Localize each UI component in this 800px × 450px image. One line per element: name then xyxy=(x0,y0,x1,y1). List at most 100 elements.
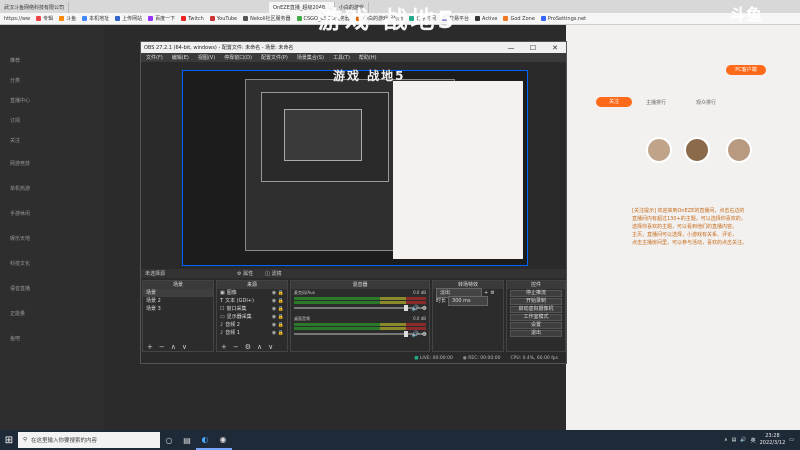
obs-icon[interactable]: ◉ xyxy=(214,430,232,450)
scene-item[interactable]: 场景 2 xyxy=(143,297,213,305)
gear-icon[interactable]: ⚙ xyxy=(490,289,494,297)
add-icon[interactable]: + xyxy=(221,343,227,351)
network-icon[interactable]: ▤ xyxy=(732,437,737,443)
studio-mode-button[interactable]: 工作室模式 xyxy=(510,314,562,321)
move-up-icon[interactable]: ∧ xyxy=(257,343,262,351)
source-item[interactable]: T 文本 (GDI+) ◉ 🔒 xyxy=(217,297,287,305)
rank-tab[interactable]: 观众排行 xyxy=(696,99,716,106)
filters-button[interactable]: ◫ 滤镜 xyxy=(265,270,281,277)
site-nav-item[interactable]: 网游竞技 xyxy=(10,160,30,167)
avatar[interactable] xyxy=(684,137,710,163)
properties-button[interactable]: ⚙ 属性 xyxy=(237,270,253,277)
stop-streaming-button[interactable]: 停止推流 xyxy=(510,290,562,297)
menu-file[interactable]: 文件(F) xyxy=(146,54,163,61)
gear-icon[interactable]: ⚙ xyxy=(422,331,427,338)
volume-icon[interactable]: 🔊 xyxy=(740,437,746,443)
menu-help[interactable]: 帮助(H) xyxy=(359,54,377,61)
eye-icon[interactable]: ◉ 🔒 xyxy=(272,321,284,329)
scene-item[interactable]: 场景 3 xyxy=(143,305,213,313)
site-nav-item[interactable]: 手游休闲 xyxy=(10,210,30,217)
maximize-icon[interactable]: ☐ xyxy=(522,44,544,52)
site-nav-item[interactable]: 分类 xyxy=(10,77,20,84)
site-nav-item[interactable]: 推荐 xyxy=(10,57,20,64)
duration-input[interactable]: 300 ms xyxy=(448,296,489,306)
obs-preview[interactable]: 游戏 战地5 xyxy=(182,69,528,266)
bookmark-5[interactable]: Twitch xyxy=(181,16,204,22)
exit-button[interactable]: 退出 xyxy=(510,330,562,337)
site-nav-item[interactable]: 娱乐天地 xyxy=(10,235,30,242)
menu-docks[interactable]: 停靠窗口(D) xyxy=(224,54,252,61)
site-nav-item[interactable]: 单机热游 xyxy=(10,185,30,192)
bookmark-2[interactable]: 本机地址 xyxy=(82,15,109,22)
remove-icon[interactable]: − xyxy=(233,343,239,351)
move-down-icon[interactable]: ∨ xyxy=(268,343,273,351)
volume-slider[interactable] xyxy=(294,331,426,337)
eye-icon[interactable]: ◉ 🔒 xyxy=(272,297,284,305)
site-nav-item[interactable]: 直播中心 xyxy=(10,97,30,104)
pc-client-button[interactable]: PC客户端 xyxy=(726,65,766,75)
rank-tab[interactable]: 主播排行 xyxy=(646,99,666,106)
bookmark-0[interactable]: 专辑 xyxy=(36,15,53,22)
slider-knob[interactable] xyxy=(404,305,408,311)
eye-icon[interactable]: ◉ 🔒 xyxy=(272,329,284,337)
move-down-icon[interactable]: ∨ xyxy=(182,343,187,351)
tray-chevron-icon[interactable]: ∧ xyxy=(724,437,728,443)
menu-edit[interactable]: 编辑(E) xyxy=(172,54,189,61)
gear-icon[interactable]: ⚙ xyxy=(245,343,251,351)
obs-titlebar[interactable]: OBS 27.2.1 (64-bit, windows) - 配置文件: 未命名… xyxy=(141,42,566,53)
menu-scene-collection[interactable]: 场景集合(S) xyxy=(297,54,324,61)
bookmark-14[interactable]: ProSettings.net xyxy=(540,16,586,22)
slider-knob[interactable] xyxy=(404,331,408,337)
close-icon[interactable]: ✕ xyxy=(544,44,566,52)
site-nav-item[interactable]: 正能量 xyxy=(10,310,25,317)
bookmark-13[interactable]: God Zone xyxy=(503,16,535,22)
start-virtual-camera-button[interactable]: 启动虚拟摄像机 xyxy=(510,306,562,313)
eye-icon[interactable]: ◉ 🔒 xyxy=(272,313,284,321)
bookmark-4[interactable]: 百度一下 xyxy=(148,15,175,22)
avatar[interactable] xyxy=(726,137,752,163)
windows-start-icon[interactable]: ⊞ xyxy=(0,430,18,450)
minimize-icon[interactable]: — xyxy=(500,44,522,52)
scene-item[interactable]: 场景 xyxy=(143,289,213,297)
site-nav-item[interactable]: 鱼吧 xyxy=(10,335,20,342)
file-explorer-icon[interactable]: ▤ xyxy=(178,430,196,450)
bookmark-12[interactable]: Active xyxy=(475,16,497,22)
avatar[interactable] xyxy=(646,137,672,163)
start-recording-button[interactable]: 开始录制 xyxy=(510,298,562,305)
clock[interactable]: 23:28 2022/3/12 xyxy=(760,433,786,447)
notification-icon[interactable]: ▭ xyxy=(789,437,794,443)
bookmark-1[interactable]: 斗鱼 xyxy=(59,15,76,22)
site-nav-item[interactable]: 关注 xyxy=(10,137,20,144)
menu-profile[interactable]: 配置文件(P) xyxy=(261,54,288,61)
eye-icon[interactable]: ◉ 🔒 xyxy=(272,289,284,297)
add-icon[interactable]: + xyxy=(147,343,153,351)
volume-slider[interactable] xyxy=(294,305,426,311)
taskbar-search[interactable]: ⚲ 在这里输入你要搜索的内容 xyxy=(18,432,160,448)
source-item[interactable]: ♪ 音频 1 ◉ 🔒 xyxy=(217,329,287,337)
browser-tab-0[interactable]: 武汉斗鱼网络科技有限公司 xyxy=(0,2,70,13)
speaker-icon[interactable]: 🔊 xyxy=(412,305,419,312)
site-nav-item[interactable]: 订阅 xyxy=(10,117,20,124)
menu-tools[interactable]: 工具(T) xyxy=(333,54,350,61)
edge-icon[interactable]: ◐ xyxy=(196,430,214,450)
source-item[interactable]: ☐ 窗口采集 ◉ 🔒 xyxy=(217,305,287,313)
site-nav-item[interactable]: 语音直播 xyxy=(10,285,30,292)
move-up-icon[interactable]: ∧ xyxy=(171,343,176,351)
input-language[interactable]: 英 xyxy=(751,437,756,444)
site-nav-item[interactable]: 科技文化 xyxy=(10,260,30,267)
eye-icon[interactable]: ◉ 🔒 xyxy=(272,305,284,313)
bookmark-7[interactable]: Nekoli社区服务器 xyxy=(243,15,291,22)
source-item[interactable]: ▭ 显示器采集 ◉ 🔒 xyxy=(217,313,287,321)
menu-view[interactable]: 视图(V) xyxy=(198,54,215,61)
source-item[interactable]: ▣ 图像 ◉ 🔒 xyxy=(217,289,287,297)
address-field[interactable]: https://ww xyxy=(4,16,30,22)
speaker-icon[interactable]: 🔊 xyxy=(412,331,419,338)
source-item[interactable]: ♪ 音频 2 ◉ 🔒 xyxy=(217,321,287,329)
remove-icon[interactable]: − xyxy=(159,343,165,351)
gear-icon[interactable]: ⚙ xyxy=(422,305,427,312)
task-view-icon[interactable]: ○ xyxy=(160,430,178,450)
bookmark-6[interactable]: YouTube xyxy=(209,16,237,22)
bookmark-3[interactable]: 上传网站 xyxy=(115,15,142,22)
settings-button[interactable]: 设置 xyxy=(510,322,562,329)
follow-button[interactable]: 关注 xyxy=(596,97,632,107)
